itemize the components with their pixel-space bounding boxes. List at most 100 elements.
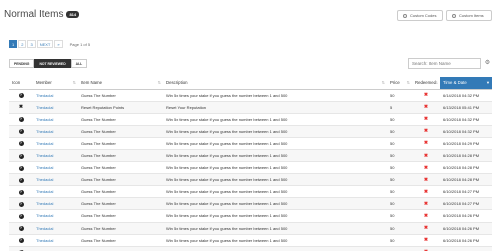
description-cell: Win 5x times your stake if you guess the… — [163, 197, 387, 211]
price-cell: 50 — [387, 89, 412, 102]
col-item-name-header[interactable]: Item Name ⇅ — [78, 77, 163, 90]
filter-pending-button[interactable]: PENDING — [9, 59, 35, 68]
item-name-cell: Guess The Number — [78, 222, 163, 235]
item-name-cell: Guess The Number — [78, 209, 163, 223]
col-icon-label: Icon — [12, 80, 21, 86]
price-cell: 5 — [387, 101, 412, 114]
table-row[interactable]: ?ThedaclalGuess The NumberWin 5x times y… — [9, 89, 492, 102]
question-icon: ? — [18, 165, 24, 171]
table-row[interactable]: ?ThedaclalGuess The NumberWin 5x times y… — [9, 125, 492, 138]
col-redeemed-header[interactable]: Redeemed ⇅ — [412, 77, 440, 90]
col-icon-header[interactable]: Icon — [9, 77, 33, 90]
member-link[interactable]: Thedaclal — [33, 173, 78, 187]
page-header: Normal Items 814 — [4, 7, 80, 21]
table-row[interactable]: ?ThedaclalGuess The NumberWin 5x times y… — [9, 209, 492, 223]
time-date-cell: 6/10/2018 04:27 PM — [440, 197, 492, 211]
col-time-date-header[interactable]: Time & Date ▼ — [440, 77, 492, 90]
time-date-cell: 6/10/2018 04:25 PM — [440, 246, 492, 251]
not-redeemed-icon: ✖ — [423, 188, 429, 195]
col-member-label: Member — [36, 80, 52, 86]
question-icon: ? — [18, 201, 24, 207]
row-icon-cell: ? — [9, 246, 33, 251]
row-icon-cell: ? — [9, 234, 33, 247]
not-redeemed-icon: ✖ — [423, 92, 429, 99]
sort-icon: ⇅ — [157, 80, 161, 85]
search-input[interactable] — [408, 58, 481, 69]
member-link[interactable]: Thedaclal — [33, 185, 78, 199]
col-member-header[interactable]: Member ⇅ — [33, 77, 78, 90]
question-icon: ? — [18, 238, 24, 244]
price-cell: 50 — [387, 209, 412, 223]
custom-codes-button[interactable]: Custom Codes — [397, 10, 443, 21]
time-date-cell: 6/10/2018 04:26 PM — [440, 222, 492, 235]
price-cell: 50 — [387, 173, 412, 187]
col-redeemed-label: Redeemed — [415, 80, 437, 86]
last-page-button[interactable]: » — [54, 40, 63, 48]
table-row[interactable]: ?ThedaclalGuess The NumberWin 5x times y… — [9, 149, 492, 163]
settings-gear-icon[interactable]: ⚙ — [484, 60, 491, 67]
time-date-cell: 6/10/2018 04:26 PM — [440, 234, 492, 247]
sort-icon: ⇅ — [72, 80, 76, 85]
redeemed-cell: ✖ — [412, 173, 440, 187]
table-row[interactable]: ?ThedaclalGuess The NumberWin 5x times y… — [9, 161, 492, 175]
filter-not-reviewed-button[interactable]: NOT REVIEWED — [34, 59, 71, 68]
member-link[interactable]: Thedaclal — [33, 149, 78, 163]
member-link[interactable]: Thedaclal — [33, 137, 78, 150]
table-row[interactable]: ?ThedaclalGuess The NumberWin 5x times y… — [9, 173, 492, 187]
page-of-dropdown[interactable]: Page 1 of 5 — [70, 42, 90, 47]
member-link[interactable]: Thedaclal — [33, 222, 78, 235]
col-description-label: Description — [166, 80, 188, 86]
description-cell: Win 5x times your stake if you guess the… — [163, 149, 387, 163]
row-icon-cell: ? — [9, 222, 33, 235]
not-redeemed-icon: ✖ — [423, 152, 429, 159]
time-date-cell: 6/10/2018 04:32 PM — [440, 125, 492, 138]
col-price-header[interactable]: Price ⇅ — [387, 77, 412, 90]
table-row[interactable]: ✖ Thedaclal Reset Reputation Points Reset Y… — [9, 101, 492, 114]
redeemed-cell: ✖ — [412, 113, 440, 126]
member-link[interactable]: Thedaclal — [33, 197, 78, 211]
question-icon: ? — [18, 93, 24, 99]
question-icon: ? — [18, 189, 24, 195]
item-name-cell: Guess The Number — [78, 113, 163, 126]
price-cell: 50 — [387, 137, 412, 150]
redeemed-cell: ✖ — [412, 101, 440, 114]
row-icon-cell: ? — [9, 89, 33, 102]
row-icon-cell: ? — [9, 149, 33, 163]
table-row[interactable]: ?ThedaclalGuess The NumberWin 5x times y… — [9, 234, 492, 247]
description-cell: Win 5x times your stake if you guess the… — [163, 137, 387, 150]
table-row[interactable]: ?ThedaclalGuess The NumberWin 5x times y… — [9, 185, 492, 199]
custom-items-button[interactable]: Custom Items — [446, 10, 492, 21]
redeemed-cell: ✖ — [412, 161, 440, 175]
page-1-button[interactable]: 1 — [9, 40, 18, 48]
member-link[interactable]: Thedaclal — [33, 234, 78, 247]
item-name-cell: Guess The Number — [78, 234, 163, 247]
filter-all-button[interactable]: ALL — [70, 59, 88, 68]
member-link[interactable]: Thedaclal — [33, 209, 78, 223]
row-icon-cell: ? — [9, 137, 33, 150]
next-page-button[interactable]: NEXT — [36, 40, 54, 48]
not-redeemed-icon: ✖ — [423, 225, 429, 232]
table-row[interactable]: ?ThedaclalGuess The NumberWin 5x times y… — [9, 222, 492, 235]
member-link[interactable]: Thedaclal — [33, 89, 78, 102]
col-item-name-label: Item Name — [81, 80, 103, 86]
not-redeemed-icon: ✖ — [423, 116, 429, 123]
member-link[interactable]: Thedaclal — [33, 161, 78, 175]
table-row[interactable]: ?ThedaclalGuess The NumberWin 5x times y… — [9, 137, 492, 150]
member-link[interactable]: Thedaclal — [33, 246, 78, 251]
table-row[interactable]: ?ThedaclalGuess The NumberWin 5x times y… — [9, 197, 492, 211]
member-link[interactable]: Thedaclal — [33, 101, 78, 114]
member-link[interactable]: Thedaclal — [33, 113, 78, 126]
table-row[interactable]: ?ThedaclalGuess The NumberWin 5x times y… — [9, 246, 492, 251]
row-icon-cell: ? — [9, 209, 33, 223]
page-2-button[interactable]: 2 — [18, 40, 27, 48]
redeemed-cell: ✖ — [412, 125, 440, 138]
page-3-button[interactable]: 3 — [27, 40, 36, 48]
member-link[interactable]: Thedaclal — [33, 125, 78, 138]
not-redeemed-icon: ✖ — [423, 128, 429, 135]
question-icon: ? — [18, 141, 24, 147]
table-row[interactable]: ?ThedaclalGuess The NumberWin 5x times y… — [9, 113, 492, 126]
redeemed-cell: ✖ — [412, 246, 440, 251]
redeemed-cell: ✖ — [412, 209, 440, 223]
price-cell: 50 — [387, 185, 412, 199]
col-description-header[interactable]: Description ⇅ — [163, 77, 387, 90]
